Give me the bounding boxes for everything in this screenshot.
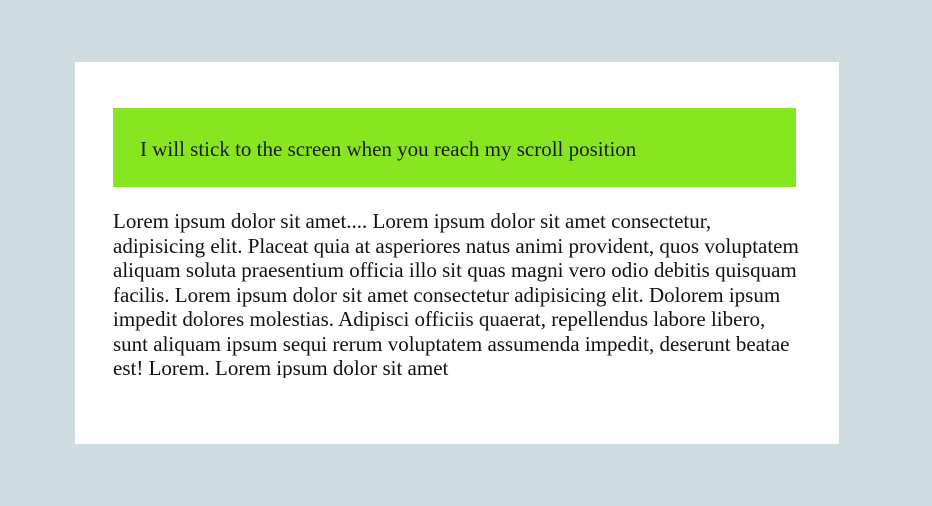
scroll-content-area[interactable]: Lorem ipsum dolor sit amet.... Lorem ips… (113, 209, 803, 378)
sticky-banner: I will stick to the screen when you reac… (113, 108, 796, 187)
content-card: I will stick to the screen when you reac… (75, 62, 839, 444)
sticky-banner-text: I will stick to the screen when you reac… (140, 136, 637, 161)
lorem-paragraph: Lorem ipsum dolor sit amet.... Lorem ips… (113, 209, 799, 378)
